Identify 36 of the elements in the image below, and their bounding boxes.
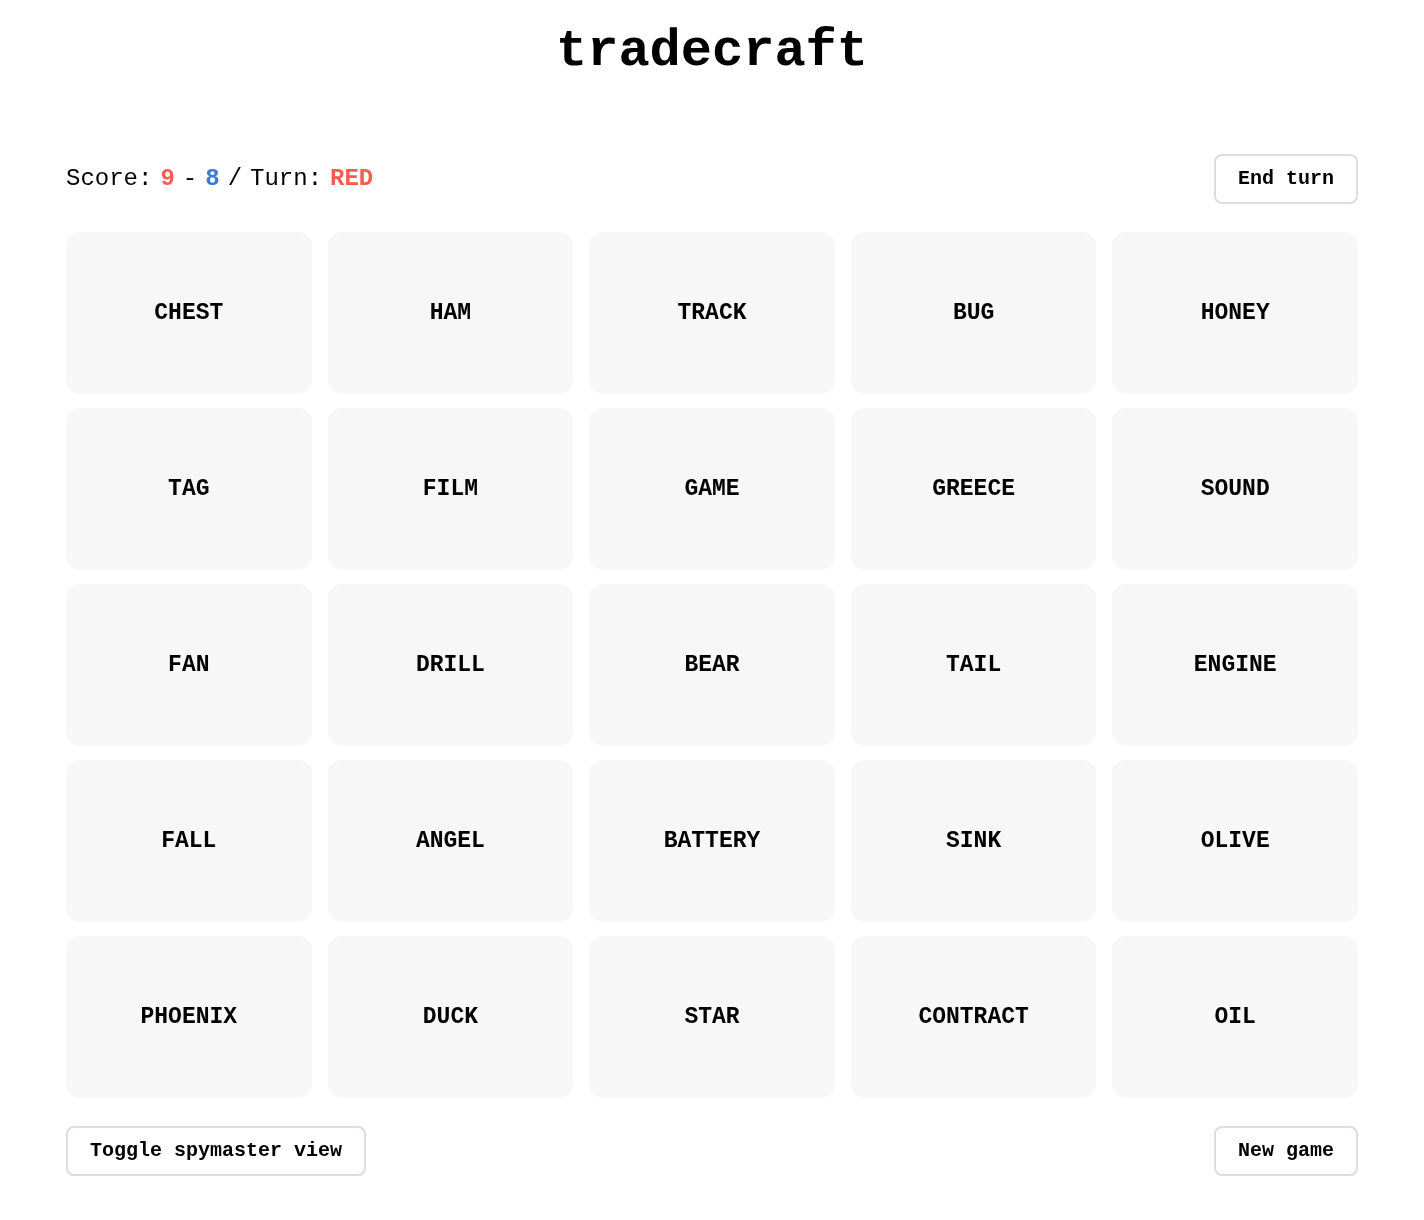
word-card[interactable]: OLIVE bbox=[1112, 760, 1358, 922]
word-card[interactable]: HONEY bbox=[1112, 232, 1358, 394]
score-separator: - bbox=[182, 164, 198, 194]
current-turn: RED bbox=[330, 164, 374, 194]
word-card[interactable]: FALL bbox=[66, 760, 312, 922]
word-card[interactable]: BATTERY bbox=[589, 760, 835, 922]
word-card[interactable]: FILM bbox=[327, 408, 574, 570]
score-label: Score: bbox=[66, 164, 153, 194]
word-card[interactable]: BEAR bbox=[589, 584, 835, 746]
word-card[interactable]: DUCK bbox=[327, 936, 574, 1098]
turn-label: Turn: bbox=[250, 164, 323, 194]
word-card[interactable]: ANGEL bbox=[327, 760, 574, 922]
word-card[interactable]: CHEST bbox=[66, 232, 312, 394]
word-card[interactable]: TAIL bbox=[850, 584, 1097, 746]
word-card[interactable]: HAM bbox=[327, 232, 574, 394]
team-score: 9 bbox=[160, 164, 175, 194]
word-card[interactable]: OIL bbox=[1112, 936, 1358, 1098]
word-card[interactable]: GREECE bbox=[850, 408, 1097, 570]
word-card[interactable]: SOUND bbox=[1112, 408, 1358, 570]
word-card[interactable]: SINK bbox=[850, 760, 1097, 922]
word-card[interactable]: GAME bbox=[589, 408, 835, 570]
word-card[interactable]: FAN bbox=[66, 584, 312, 746]
game-title: tradecraft bbox=[554, 22, 870, 82]
word-card[interactable]: TAG bbox=[66, 408, 312, 570]
word-card[interactable]: CONTRACT bbox=[850, 936, 1097, 1098]
word-card[interactable]: PHOENIX bbox=[66, 936, 312, 1098]
word-card[interactable]: DRILL bbox=[327, 584, 574, 746]
word-card[interactable]: STAR bbox=[589, 936, 835, 1098]
team-score: 8 bbox=[205, 164, 220, 194]
word-card[interactable]: ENGINE bbox=[1112, 584, 1358, 746]
word-card[interactable]: BUG bbox=[850, 232, 1097, 394]
toggle-spymaster-button[interactable]: Toggle spymaster view bbox=[66, 1126, 367, 1176]
score-turn-divider: / bbox=[227, 164, 243, 194]
new-game-button[interactable]: New game bbox=[1214, 1126, 1358, 1176]
word-card[interactable]: TRACK bbox=[589, 232, 835, 394]
end-turn-button[interactable]: End turn bbox=[1214, 154, 1358, 204]
